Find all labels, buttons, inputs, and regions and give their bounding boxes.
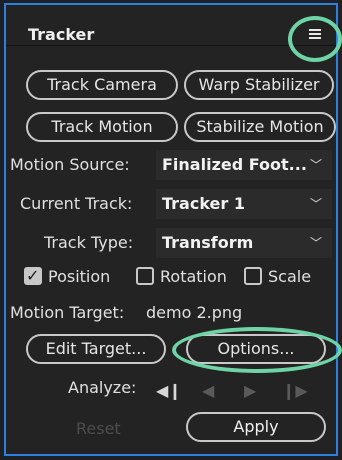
analyze-forward-frame-icon[interactable]: ❙▶ bbox=[282, 381, 308, 400]
rotation-checkbox[interactable] bbox=[136, 267, 154, 285]
tracker-panel: Tracker Track Camera Warp Stabilizer Tra… bbox=[4, 3, 342, 456]
options-button[interactable]: Options... bbox=[186, 334, 326, 364]
analyze-forward-icon[interactable]: ▶ bbox=[244, 381, 256, 400]
scale-label: Scale bbox=[268, 267, 312, 286]
track-motion-button[interactable]: Track Motion bbox=[26, 112, 178, 142]
reset-button[interactable]: Reset bbox=[76, 419, 121, 438]
current-track-value: Tracker 1 bbox=[162, 194, 245, 213]
position-label: Position bbox=[48, 267, 111, 286]
track-type-label: Track Type: bbox=[44, 233, 134, 252]
motion-target-value: demo 2.png bbox=[146, 303, 243, 322]
rotation-label: Rotation bbox=[160, 267, 227, 286]
chevron-down-icon: ﹀ bbox=[309, 158, 322, 172]
stabilize-motion-button[interactable]: Stabilize Motion bbox=[184, 112, 336, 142]
motion-source-label: Motion Source: bbox=[10, 155, 130, 174]
edit-target-button[interactable]: Edit Target... bbox=[26, 334, 166, 364]
chevron-down-icon: ﹀ bbox=[309, 197, 322, 211]
analyze-backward-icon[interactable]: ◀ bbox=[202, 381, 214, 400]
motion-target-label: Motion Target: bbox=[10, 303, 125, 322]
track-type-dropdown[interactable]: Transform ﹀ bbox=[156, 228, 332, 258]
apply-button[interactable]: Apply bbox=[186, 412, 326, 442]
panel-title: Tracker bbox=[28, 25, 95, 44]
hamburger-menu-icon[interactable] bbox=[309, 29, 321, 39]
motion-source-dropdown[interactable]: Finalized Foot... ﹀ bbox=[156, 150, 332, 180]
analyze-label: Analyze: bbox=[68, 378, 137, 397]
current-track-label: Current Track: bbox=[20, 194, 133, 213]
chevron-down-icon: ﹀ bbox=[309, 236, 322, 250]
track-camera-button[interactable]: Track Camera bbox=[26, 70, 178, 100]
track-type-value: Transform bbox=[162, 233, 254, 252]
current-track-dropdown[interactable]: Tracker 1 ﹀ bbox=[156, 189, 332, 219]
analyze-backward-frame-icon[interactable]: ◀❙ bbox=[156, 381, 182, 400]
checkmark-icon: ✓ bbox=[26, 266, 40, 285]
warp-stabilizer-button[interactable]: Warp Stabilizer bbox=[184, 70, 334, 100]
panel-header: Tracker bbox=[6, 5, 336, 46]
position-checkbox[interactable]: ✓ bbox=[24, 266, 42, 285]
scale-checkbox[interactable] bbox=[244, 267, 262, 285]
motion-source-value: Finalized Foot... bbox=[162, 155, 307, 174]
